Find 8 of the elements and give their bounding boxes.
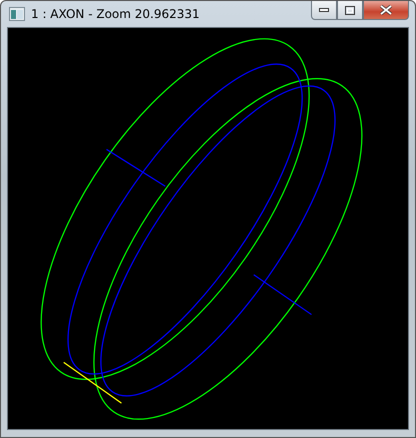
maximize-icon	[345, 6, 355, 14]
maximize-button[interactable]	[337, 1, 363, 20]
minimize-icon	[319, 8, 329, 12]
minimize-button[interactable]	[311, 1, 337, 20]
close-button[interactable]	[363, 1, 409, 20]
close-icon	[380, 5, 392, 15]
app-icon	[9, 7, 25, 21]
window-title: 1 : AXON - Zoom 20.962331	[31, 7, 200, 21]
